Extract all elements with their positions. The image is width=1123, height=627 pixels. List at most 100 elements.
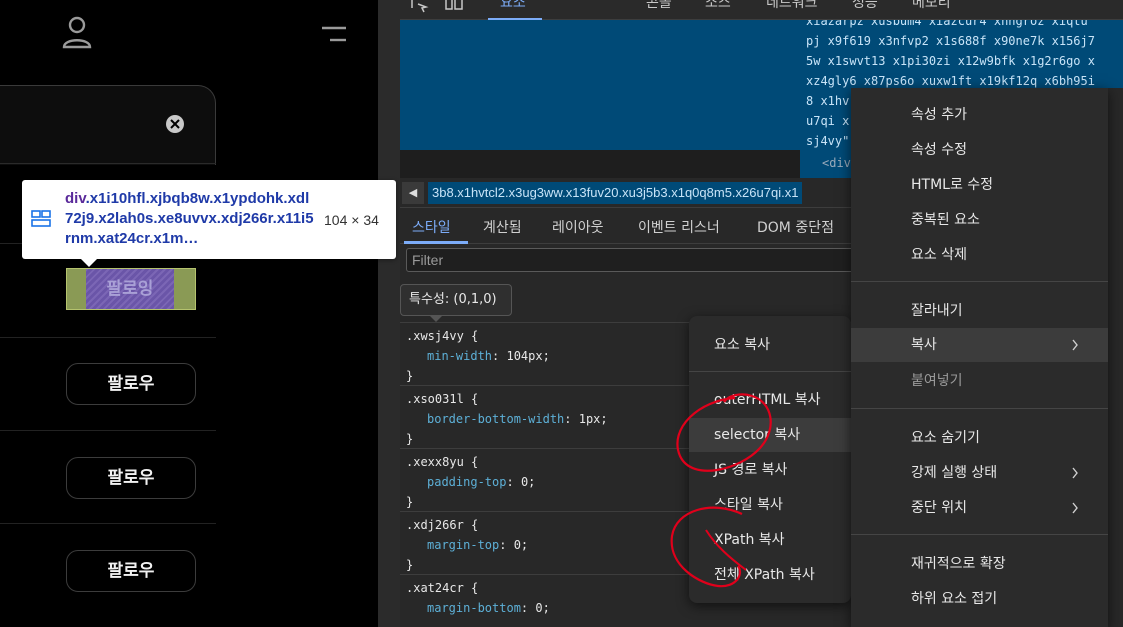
flex-layout-icon xyxy=(31,210,51,227)
menu-edit-as-html[interactable]: HTML로 수정 xyxy=(851,168,1108,202)
tab-computed[interactable]: 계산됨 xyxy=(483,217,522,237)
following-button-highlighted[interactable]: 팔로잉 xyxy=(66,268,196,310)
menu-separator xyxy=(851,281,1108,282)
rule-declaration[interactable]: margin-top: 0; xyxy=(427,538,528,552)
rule-property: margin-bottom xyxy=(427,601,521,615)
dom-text-line: sj4vy" xyxy=(806,134,850,148)
menu-add-attribute[interactable]: 속성 추가 xyxy=(851,98,1108,132)
tooltip-arrow xyxy=(80,258,98,267)
tab-sources[interactable]: 소스 xyxy=(705,0,731,12)
rule-declaration[interactable]: border-bottom-width: 1px; xyxy=(427,412,608,426)
rule-close: } xyxy=(406,432,414,446)
user-icon[interactable] xyxy=(60,14,94,50)
tab-dom-breakpoints[interactable]: DOM 중단점 xyxy=(757,217,834,237)
tab-elements[interactable]: 요소 xyxy=(500,0,526,12)
chevron-right-icon xyxy=(1072,339,1078,351)
dom-text-line: pj x9f619 x3nfvp2 x1s688f x90ne7k x156j7 xyxy=(806,34,1095,48)
rule-close: } xyxy=(406,558,414,572)
menu-copy-js-path[interactable]: JS 경로 복사 xyxy=(689,453,851,487)
clear-search-icon[interactable] xyxy=(165,114,185,134)
dom-next-node[interactable]: <div xyxy=(822,156,851,170)
rule-property: padding-top xyxy=(427,475,507,489)
menu-duplicate-element[interactable]: 중복된 요소 xyxy=(851,203,1108,237)
tooltip-arrow xyxy=(430,316,442,322)
rule-value: 0; xyxy=(535,601,550,615)
menu-hide-element[interactable]: 요소 숨기기 xyxy=(851,421,1108,455)
divider xyxy=(0,430,216,431)
device-toggle-icon[interactable] xyxy=(444,0,464,14)
rule-value: 0; xyxy=(520,475,536,489)
menu-paste: 붙여넣기 xyxy=(911,373,963,389)
copy-submenu: 요소 복사 outerHTML 복사 selector 복사 JS 경로 복사 … xyxy=(689,316,851,603)
tab-event-listeners[interactable]: 이벤트 리스너 xyxy=(638,217,720,237)
rule-selector: .xdj266r { xyxy=(406,518,479,532)
menu-edit-attribute[interactable]: 속성 수정 xyxy=(851,133,1108,167)
tab-console[interactable]: 콘솔 xyxy=(646,0,672,12)
menu-copy-selector[interactable]: selector 복사 xyxy=(689,418,851,452)
tooltip-size: 104 × 34 xyxy=(324,212,379,228)
menu-break-on[interactable]: 중단 위치 xyxy=(851,491,1108,525)
menu-separator xyxy=(851,534,1108,535)
inspect-tooltip: div.x1i10hfl.xjbqb8w.x1ypdohk.xdl72j9.x2… xyxy=(22,180,396,259)
page-scrollbar[interactable] xyxy=(378,0,400,627)
context-menu: 속성 추가 속성 수정 HTML로 수정 중복된 요소 요소 삭제 잘라내기 복… xyxy=(851,88,1108,627)
menu-force-state[interactable]: 강제 실행 상태 xyxy=(851,456,1108,490)
menu-cut[interactable]: 잘라내기 xyxy=(851,294,1108,328)
menu-delete-element[interactable]: 요소 삭제 xyxy=(851,238,1108,272)
follow-button[interactable]: 팔로우 xyxy=(66,363,196,405)
dom-text-line: xz4gly6 x87ps6o xuxw1ft x19kf12q x6bh95i xyxy=(806,74,1095,88)
menu-separator xyxy=(689,371,851,372)
rule-declaration[interactable]: padding-top: 0; xyxy=(427,475,535,489)
tab-network[interactable]: 네트워크 xyxy=(766,0,818,12)
menu-icon[interactable] xyxy=(320,24,348,44)
divider xyxy=(0,337,216,338)
rule-property: border-bottom-width xyxy=(427,412,565,426)
rule-selector: .xexx8yu { xyxy=(406,455,479,469)
menu-expand-recursively[interactable]: 재귀적으로 확장 xyxy=(851,547,1108,581)
devtools-tabbar: 요소 콘솔 소스 네트워크 성능 메모리 xyxy=(400,0,1123,20)
dom-text-line: 8 x1hv xyxy=(806,94,850,108)
breadcrumb-scroll-left[interactable]: ◀ xyxy=(402,182,424,204)
follow-button[interactable]: 팔로우 xyxy=(66,550,196,592)
dom-text-line: xiazarpz xusbum4 xiazcur4 xnngroz xiqtu xyxy=(806,20,1088,28)
rule-property: min-width xyxy=(427,349,493,363)
tab-memory[interactable]: 메모리 xyxy=(912,0,951,12)
specificity-tooltip: 특수성: (0,1,0) xyxy=(400,284,512,316)
menu-collapse-children[interactable]: 하위 요소 접기 xyxy=(851,582,1108,616)
rule-value: 104px; xyxy=(506,349,550,363)
divider xyxy=(0,523,216,524)
follow-button[interactable]: 팔로우 xyxy=(66,457,196,499)
menu-copy-element[interactable]: 요소 복사 xyxy=(689,328,851,362)
dom-gutter xyxy=(400,150,800,178)
rule-selector: .xwsj4vy { xyxy=(406,329,479,343)
menu-force-state-label: 강제 실행 상태 xyxy=(911,465,998,481)
tab-performance[interactable]: 성능 xyxy=(852,0,878,12)
dom-text-line: 5w x1swvt13 x1pi30zi x12w9bfk x1g2r6go x xyxy=(806,54,1095,68)
rule-value: 0; xyxy=(513,538,529,552)
menu-copy-xpath[interactable]: XPath 복사 xyxy=(689,523,851,557)
menu-copy-full-xpath[interactable]: 전체 XPath 복사 xyxy=(689,558,851,592)
tab-styles[interactable]: 스타일 xyxy=(412,217,451,237)
chevron-right-icon xyxy=(1072,502,1078,514)
rule-value: 1px; xyxy=(578,412,608,426)
tooltip-tag: div xyxy=(65,190,86,207)
rule-close: } xyxy=(406,369,414,383)
rule-declaration[interactable]: min-width: 104px; xyxy=(427,349,550,363)
breadcrumb-path[interactable]: 3b8.x1hvtcl2.x3ug3ww.x13fuv20.xu3j5b3.x1… xyxy=(428,182,803,204)
rule-declaration[interactable]: margin-bottom: 0; xyxy=(427,601,550,615)
tab-layout[interactable]: 레이아웃 xyxy=(552,217,604,237)
menu-copy-styles[interactable]: 스타일 복사 xyxy=(689,488,851,522)
menu-break-on-label: 중단 위치 xyxy=(911,500,967,516)
dom-text-line: u7qi x xyxy=(806,114,850,128)
tooltip-classes: .x1i10hfl.xjbqb8w.x1ypdohk.xdl72j9.x2lah… xyxy=(65,190,314,247)
active-tab-indicator xyxy=(404,241,468,244)
rule-selector: .xat24cr { xyxy=(406,581,479,595)
menu-copy-outerhtml[interactable]: outerHTML 복사 xyxy=(689,383,851,417)
rule-selector: .xso031l { xyxy=(406,392,479,406)
inspect-cursor-icon[interactable] xyxy=(410,0,430,14)
menu-separator xyxy=(851,408,1108,409)
rule-property: margin-top xyxy=(427,538,500,552)
styles-filter-input[interactable]: Filter xyxy=(406,248,866,272)
panel-edge xyxy=(1108,88,1123,627)
menu-copy[interactable]: 복사 xyxy=(851,328,1108,362)
